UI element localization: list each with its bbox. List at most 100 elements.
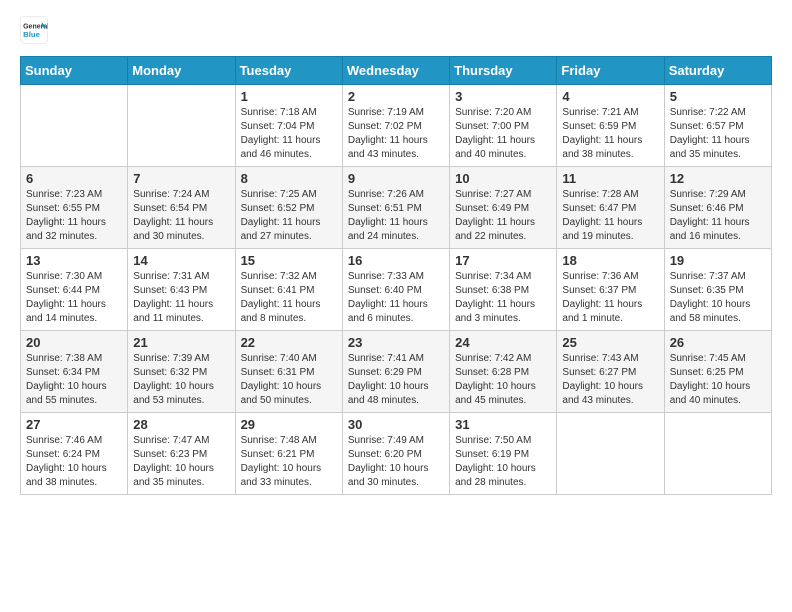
- svg-text:Blue: Blue: [23, 30, 41, 39]
- day-number: 28: [133, 417, 229, 432]
- day-info: Sunrise: 7:38 AM Sunset: 6:34 PM Dayligh…: [26, 352, 122, 408]
- day-info: Sunrise: 7:49 AM Sunset: 6:20 PM Dayligh…: [348, 434, 444, 490]
- calendar-cell: 17Sunrise: 7:34 AM Sunset: 6:38 PM Dayli…: [450, 249, 557, 331]
- calendar-cell: [664, 413, 771, 495]
- day-number: 6: [26, 171, 122, 186]
- day-info: Sunrise: 7:36 AM Sunset: 6:37 PM Dayligh…: [562, 270, 658, 326]
- day-info: Sunrise: 7:32 AM Sunset: 6:41 PM Dayligh…: [241, 270, 337, 326]
- day-info: Sunrise: 7:21 AM Sunset: 6:59 PM Dayligh…: [562, 106, 658, 162]
- day-info: Sunrise: 7:48 AM Sunset: 6:21 PM Dayligh…: [241, 434, 337, 490]
- day-info: Sunrise: 7:50 AM Sunset: 6:19 PM Dayligh…: [455, 434, 551, 490]
- day-info: Sunrise: 7:29 AM Sunset: 6:46 PM Dayligh…: [670, 188, 766, 244]
- calendar-cell: 9 Sunrise: 7:26 AM Sunset: 6:51 PM Daylig…: [342, 167, 449, 249]
- day-number: 4: [562, 89, 658, 104]
- col-header-wednesday: Wednesday: [342, 57, 449, 85]
- calendar-cell: 19 Sunrise: 7:37 AM Sunset: 6:35 PM Dayli…: [664, 249, 771, 331]
- calendar-week-1: 1 Sunrise: 7:18 AM Sunset: 7:04 PM Daylig…: [21, 85, 772, 167]
- day-info: Sunrise: 7:33 AM Sunset: 6:40 PM Dayligh…: [348, 270, 444, 326]
- day-info: Sunrise: 7:41 AM Sunset: 6:29 PM Dayligh…: [348, 352, 444, 408]
- page: General Blue SundayMondayTuesdayWednesda…: [0, 0, 792, 515]
- day-info: Sunrise: 7:46 AM Sunset: 6:24 PM Dayligh…: [26, 434, 122, 490]
- day-info: Sunrise: 7:27 AM Sunset: 6:49 PM Dayligh…: [455, 188, 551, 244]
- calendar-cell: 24 Sunrise: 7:42 AM Sunset: 6:28 PM Dayli…: [450, 331, 557, 413]
- day-info: Sunrise: 7:19 AM Sunset: 7:02 PM Dayligh…: [348, 106, 444, 162]
- day-info: Sunrise: 7:40 AM Sunset: 6:31 PM Dayligh…: [241, 352, 337, 408]
- calendar-cell: 7 Sunrise: 7:24 AM Sunset: 6:54 PM Daylig…: [128, 167, 235, 249]
- day-number: 23: [348, 335, 444, 350]
- day-info: Sunrise: 7:39 AM Sunset: 6:32 PM Dayligh…: [133, 352, 229, 408]
- day-number: 25: [562, 335, 658, 350]
- calendar-cell: 16Sunrise: 7:33 AM Sunset: 6:40 PM Dayli…: [342, 249, 449, 331]
- day-number: 2: [348, 89, 444, 104]
- calendar-cell: 26Sunrise: 7:45 AM Sunset: 6:25 PM Dayli…: [664, 331, 771, 413]
- day-number: 17: [455, 253, 551, 268]
- day-number: 30: [348, 417, 444, 432]
- calendar-cell: 11Sunrise: 7:28 AM Sunset: 6:47 PM Dayli…: [557, 167, 664, 249]
- calendar-cell: 2 Sunrise: 7:19 AM Sunset: 7:02 PM Daylig…: [342, 85, 449, 167]
- day-info: Sunrise: 7:43 AM Sunset: 6:27 PM Dayligh…: [562, 352, 658, 408]
- col-header-tuesday: Tuesday: [235, 57, 342, 85]
- calendar-cell: 31 Sunrise: 7:50 AM Sunset: 6:19 PM Dayli…: [450, 413, 557, 495]
- calendar-week-5: 27 Sunrise: 7:46 AM Sunset: 6:24 PM Dayli…: [21, 413, 772, 495]
- calendar-cell: 25 Sunrise: 7:43 AM Sunset: 6:27 PM Dayli…: [557, 331, 664, 413]
- day-info: Sunrise: 7:23 AM Sunset: 6:55 PM Dayligh…: [26, 188, 122, 244]
- day-number: 22: [241, 335, 337, 350]
- day-number: 3: [455, 89, 551, 104]
- day-number: 18: [562, 253, 658, 268]
- calendar-cell: [21, 85, 128, 167]
- day-number: 20: [26, 335, 122, 350]
- day-info: Sunrise: 7:42 AM Sunset: 6:28 PM Dayligh…: [455, 352, 551, 408]
- day-number: 29: [241, 417, 337, 432]
- calendar-week-3: 13Sunrise: 7:30 AM Sunset: 6:44 PM Dayli…: [21, 249, 772, 331]
- day-number: 31: [455, 417, 551, 432]
- calendar-cell: 14 Sunrise: 7:31 AM Sunset: 6:43 PM Dayli…: [128, 249, 235, 331]
- day-info: Sunrise: 7:37 AM Sunset: 6:35 PM Dayligh…: [670, 270, 766, 326]
- calendar-cell: 28 Sunrise: 7:47 AM Sunset: 6:23 PM Dayli…: [128, 413, 235, 495]
- day-number: 14: [133, 253, 229, 268]
- header: General Blue: [20, 16, 772, 44]
- day-number: 21: [133, 335, 229, 350]
- calendar-cell: 8Sunrise: 7:25 AM Sunset: 6:52 PM Daylig…: [235, 167, 342, 249]
- day-info: Sunrise: 7:18 AM Sunset: 7:04 PM Dayligh…: [241, 106, 337, 162]
- calendar-cell: 22 Sunrise: 7:40 AM Sunset: 6:31 PM Dayli…: [235, 331, 342, 413]
- col-header-saturday: Saturday: [664, 57, 771, 85]
- calendar-week-2: 6 Sunrise: 7:23 AM Sunset: 6:55 PM Daylig…: [21, 167, 772, 249]
- calendar-week-4: 20 Sunrise: 7:38 AM Sunset: 6:34 PM Dayli…: [21, 331, 772, 413]
- day-number: 7: [133, 171, 229, 186]
- calendar-cell: 15 Sunrise: 7:32 AM Sunset: 6:41 PM Dayli…: [235, 249, 342, 331]
- calendar-cell: 30 Sunrise: 7:49 AM Sunset: 6:20 PM Dayli…: [342, 413, 449, 495]
- day-number: 13: [26, 253, 122, 268]
- day-number: 10: [455, 171, 551, 186]
- day-number: 27: [26, 417, 122, 432]
- day-info: Sunrise: 7:26 AM Sunset: 6:51 PM Dayligh…: [348, 188, 444, 244]
- col-header-thursday: Thursday: [450, 57, 557, 85]
- day-number: 15: [241, 253, 337, 268]
- day-info: Sunrise: 7:24 AM Sunset: 6:54 PM Dayligh…: [133, 188, 229, 244]
- col-header-monday: Monday: [128, 57, 235, 85]
- calendar-cell: 21 Sunrise: 7:39 AM Sunset: 6:32 PM Dayli…: [128, 331, 235, 413]
- calendar-header-row: SundayMondayTuesdayWednesdayThursdayFrid…: [21, 57, 772, 85]
- col-header-friday: Friday: [557, 57, 664, 85]
- day-number: 5: [670, 89, 766, 104]
- calendar-cell: 6 Sunrise: 7:23 AM Sunset: 6:55 PM Daylig…: [21, 167, 128, 249]
- calendar-cell: 4 Sunrise: 7:21 AM Sunset: 6:59 PM Daylig…: [557, 85, 664, 167]
- calendar-cell: 5Sunrise: 7:22 AM Sunset: 6:57 PM Daylig…: [664, 85, 771, 167]
- day-number: 9: [348, 171, 444, 186]
- calendar-cell: 1 Sunrise: 7:18 AM Sunset: 7:04 PM Daylig…: [235, 85, 342, 167]
- day-number: 26: [670, 335, 766, 350]
- calendar-cell: 20 Sunrise: 7:38 AM Sunset: 6:34 PM Dayli…: [21, 331, 128, 413]
- calendar-cell: 23 Sunrise: 7:41 AM Sunset: 6:29 PM Dayli…: [342, 331, 449, 413]
- day-info: Sunrise: 7:47 AM Sunset: 6:23 PM Dayligh…: [133, 434, 229, 490]
- calendar-cell: 27 Sunrise: 7:46 AM Sunset: 6:24 PM Dayli…: [21, 413, 128, 495]
- calendar-cell: [128, 85, 235, 167]
- day-info: Sunrise: 7:31 AM Sunset: 6:43 PM Dayligh…: [133, 270, 229, 326]
- day-info: Sunrise: 7:20 AM Sunset: 7:00 PM Dayligh…: [455, 106, 551, 162]
- day-number: 24: [455, 335, 551, 350]
- day-info: Sunrise: 7:28 AM Sunset: 6:47 PM Dayligh…: [562, 188, 658, 244]
- calendar-cell: 10 Sunrise: 7:27 AM Sunset: 6:49 PM Dayli…: [450, 167, 557, 249]
- day-number: 1: [241, 89, 337, 104]
- day-number: 19: [670, 253, 766, 268]
- generalblue-logo-icon: General Blue: [20, 16, 48, 44]
- calendar-cell: 13Sunrise: 7:30 AM Sunset: 6:44 PM Dayli…: [21, 249, 128, 331]
- col-header-sunday: Sunday: [21, 57, 128, 85]
